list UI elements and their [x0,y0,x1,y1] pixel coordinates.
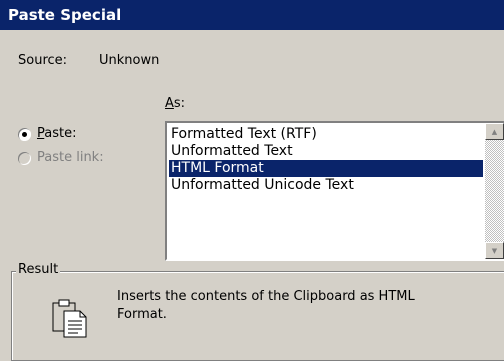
paste-link-radio[interactable] [18,152,31,165]
scroll-up-button[interactable]: ▲ [485,123,504,140]
clipboard-document-icon [52,299,87,338]
source-label: Source: [18,53,68,68]
paste-label[interactable]: Paste: [37,126,76,141]
result-label: Result [16,262,61,277]
chevron-down-icon: ▼ [491,246,498,255]
title-bar[interactable]: Paste Special [0,0,504,30]
list-item[interactable]: Unformatted Text [169,143,295,160]
list-item[interactable]: Formatted Text (RTF) [169,126,319,143]
as-label: As: [165,96,186,111]
vertical-scrollbar[interactable]: ▲ ▼ [485,123,504,259]
window-title: Paste Special [8,6,122,24]
paste-link-label: Paste link: [37,150,104,165]
result-text-line1: Inserts the contents of the Clipboard as… [117,289,415,304]
format-listbox[interactable]: Formatted Text (RTF) Unformatted Text HT… [165,121,504,261]
list-item[interactable]: Unformatted Unicode Text [169,177,356,194]
radio-dot [22,132,27,137]
paste-radio[interactable] [18,128,31,141]
list-item-selected[interactable]: HTML Format [169,160,483,177]
result-text-line2: Format. [117,307,167,322]
scroll-down-button[interactable]: ▼ [485,242,504,259]
chevron-up-icon: ▲ [491,127,498,136]
source-value: Unknown [99,53,160,68]
